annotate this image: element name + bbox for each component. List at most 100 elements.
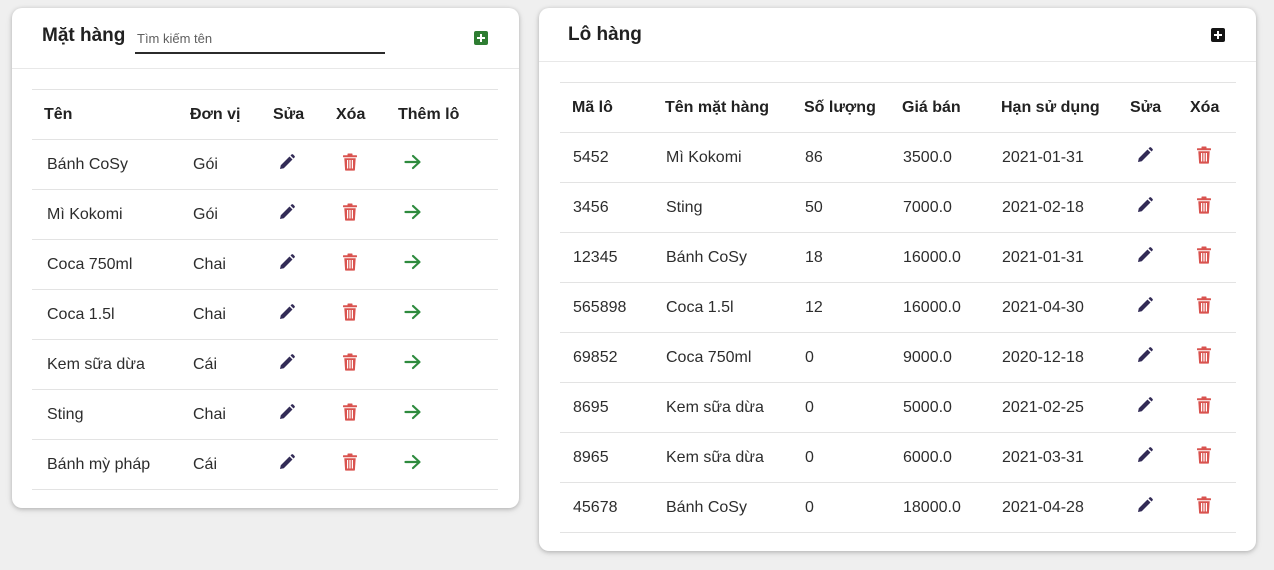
search-input[interactable] (135, 26, 389, 50)
edit-item-button[interactable] (278, 403, 296, 421)
edit-item-button-cell (261, 389, 324, 440)
delete-item-button[interactable] (342, 153, 358, 171)
edit-lot-button[interactable] (1136, 296, 1154, 314)
trash-icon (343, 303, 357, 321)
pencil-icon (1138, 297, 1153, 312)
item-row: Sting Chai (32, 389, 498, 440)
lot-quantity: 0 (792, 332, 890, 383)
delete-lot-button[interactable] (1196, 296, 1212, 314)
lot-item-name: Bánh CoSy (653, 482, 792, 533)
edit-item-button-cell (261, 439, 324, 490)
trash-icon (343, 203, 357, 221)
edit-item-button[interactable] (278, 253, 296, 271)
edit-item-button[interactable] (278, 203, 296, 221)
lots-panel-header: Lô hàng (539, 8, 1256, 62)
add-lot-for-item-button-cell (386, 389, 498, 440)
delete-item-button[interactable] (342, 403, 358, 421)
add-lot-for-item-button[interactable] (404, 154, 422, 170)
add-lot-for-item-button[interactable] (404, 354, 422, 370)
pencil-icon (280, 154, 295, 169)
delete-item-button[interactable] (342, 253, 358, 271)
edit-lot-button-cell (1118, 382, 1178, 433)
edit-item-button[interactable] (278, 453, 296, 471)
delete-lot-button-cell (1178, 332, 1236, 383)
items-panel-title: Mặt hàng (42, 25, 126, 46)
delete-item-button[interactable] (342, 353, 358, 371)
pencil-icon (1138, 447, 1153, 462)
search-field[interactable] (135, 26, 389, 54)
trash-icon (1197, 446, 1211, 464)
delete-item-button-cell (324, 389, 386, 440)
pencil-icon (1138, 347, 1153, 362)
pencil-icon (280, 404, 295, 419)
lot-code: 565898 (560, 282, 653, 333)
add-lot-for-item-button-cell (386, 289, 498, 340)
delete-item-button[interactable] (342, 203, 358, 221)
delete-lot-button[interactable] (1196, 446, 1212, 464)
lot-item-name: Mì Kokomi (653, 132, 792, 183)
lot-item-name: Kem sữa dừa (653, 382, 792, 433)
lot-quantity: 18 (792, 232, 890, 283)
add-lot-for-item-button-cell (386, 189, 498, 240)
add-lot-for-item-button[interactable] (404, 304, 422, 320)
add-lot-for-item-button[interactable] (404, 404, 422, 420)
lot-price: 5000.0 (890, 382, 989, 433)
edit-lot-button[interactable] (1136, 246, 1154, 264)
item-unit: Chai (178, 239, 261, 290)
items-panel: Mặt hàng Tên Đơn vị Sửa Xóa Thêm lô Bánh… (12, 8, 519, 508)
delete-item-button[interactable] (342, 303, 358, 321)
pencil-icon (280, 254, 295, 269)
item-unit: Cái (178, 339, 261, 390)
item-name: Kem sữa dừa (32, 339, 178, 390)
add-lot-for-item-button[interactable] (404, 204, 422, 220)
edit-item-button-cell (261, 189, 324, 240)
edit-lot-button[interactable] (1136, 396, 1154, 414)
items-table: Tên Đơn vị Sửa Xóa Thêm lô Bánh CoSy Gói … (32, 89, 498, 490)
lot-row: 45678 Bánh CoSy 0 18000.0 2021-04-28 (560, 482, 1236, 533)
delete-item-button-cell (324, 439, 386, 490)
edit-item-button[interactable] (278, 303, 296, 321)
add-lot-for-item-button[interactable] (404, 254, 422, 270)
arrow-right-icon (404, 204, 421, 220)
pencil-icon (1138, 397, 1153, 412)
lots-panel-title: Lô hàng (568, 24, 642, 45)
edit-lot-button[interactable] (1136, 346, 1154, 364)
lot-row: 8965 Kem sữa dừa 0 6000.0 2021-03-31 (560, 432, 1236, 483)
add-lot-button[interactable] (1211, 28, 1225, 42)
delete-item-button-cell (324, 189, 386, 240)
lot-code: 5452 (560, 132, 653, 183)
delete-lot-button[interactable] (1196, 396, 1212, 414)
lot-item-name: Sting (653, 182, 792, 233)
column-header-lot-code: Mã lô (560, 82, 653, 133)
trash-icon (343, 403, 357, 421)
edit-lot-button[interactable] (1136, 446, 1154, 464)
pencil-icon (280, 454, 295, 469)
lots-table: Mã lô Tên mặt hàng Số lượng Giá bán Hạn … (560, 82, 1236, 533)
trash-icon (1197, 296, 1211, 314)
edit-lot-button-cell (1118, 182, 1178, 233)
edit-item-button[interactable] (278, 353, 296, 371)
delete-item-button[interactable] (342, 453, 358, 471)
lot-quantity: 50 (792, 182, 890, 233)
delete-lot-button-cell (1178, 432, 1236, 483)
delete-lot-button[interactable] (1196, 246, 1212, 264)
add-lot-for-item-button-cell (386, 239, 498, 290)
lot-price: 16000.0 (890, 282, 989, 333)
lot-row: 5452 Mì Kokomi 86 3500.0 2021-01-31 (560, 132, 1236, 183)
delete-lot-button[interactable] (1196, 346, 1212, 364)
edit-lot-button[interactable] (1136, 496, 1154, 514)
lot-code: 8965 (560, 432, 653, 483)
plus-icon (1214, 31, 1222, 39)
delete-lot-button[interactable] (1196, 496, 1212, 514)
delete-lot-button-cell (1178, 382, 1236, 433)
edit-item-button[interactable] (278, 153, 296, 171)
add-lot-for-item-button[interactable] (404, 454, 422, 470)
add-item-button[interactable] (474, 31, 488, 45)
items-table-header-row: Tên Đơn vị Sửa Xóa Thêm lô (32, 89, 498, 140)
delete-lot-button[interactable] (1196, 196, 1212, 214)
trash-icon (1197, 196, 1211, 214)
column-header-expiry: Hạn sử dụng (989, 82, 1118, 133)
edit-lot-button[interactable] (1136, 146, 1154, 164)
edit-lot-button[interactable] (1136, 196, 1154, 214)
delete-lot-button[interactable] (1196, 146, 1212, 164)
